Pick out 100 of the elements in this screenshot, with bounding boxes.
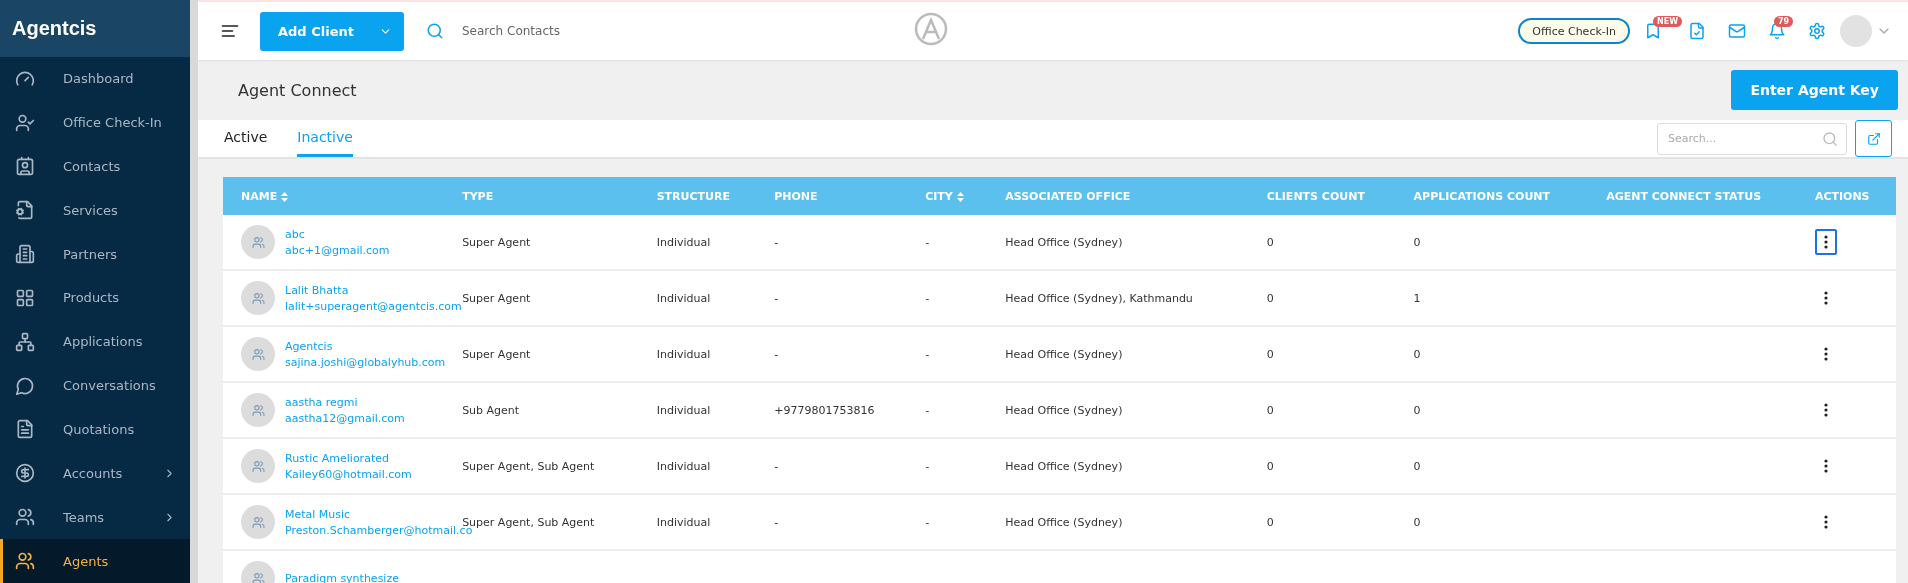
avatar	[241, 449, 275, 483]
bell-icon[interactable]	[1768, 22, 1786, 40]
sidebar-icon	[15, 200, 35, 221]
agent-name-link[interactable]: Rustic Ameliorated	[285, 451, 412, 465]
column-header: PHONE	[774, 177, 926, 215]
kebab-icon	[1823, 403, 1828, 417]
sidebar-item[interactable]: Agents	[0, 539, 190, 583]
mail-icon[interactable]	[1728, 22, 1746, 40]
structure-cell: Individual	[656, 459, 711, 473]
count-cell: 1	[1413, 291, 1421, 305]
count-cell: 0	[1266, 291, 1274, 305]
office-cell: Head Office (Sydney)	[1005, 347, 1123, 361]
office-check-in-button[interactable]: Office Check-In	[1518, 18, 1630, 44]
kebab-icon	[1823, 291, 1828, 305]
settings-icon[interactable]	[1808, 22, 1826, 40]
sort-icon[interactable]	[281, 191, 289, 202]
city-cell: -	[925, 459, 930, 473]
new-badge: NEW	[1653, 16, 1682, 27]
agent-email-link[interactable]: lalit+superagent@agentcis.com	[285, 299, 462, 313]
count-cell: 0	[1266, 459, 1274, 473]
office-cell: Head Office (Sydney)	[1005, 459, 1123, 473]
sidebar-label: Conversations	[63, 378, 157, 394]
agent-name-link[interactable]: Agentcis	[285, 339, 446, 353]
search-icon	[1822, 130, 1838, 147]
agent-name-link[interactable]: Paradigm synthesize	[285, 571, 399, 583]
office-cell: Head Office (Sydney), Kathmandu	[1005, 291, 1193, 305]
logo-icon	[914, 12, 948, 46]
avatar	[241, 337, 275, 371]
count-cell: 0	[1413, 347, 1421, 361]
column-header: ACTIONS	[1814, 177, 1896, 215]
count-cell: 0	[1413, 515, 1421, 529]
structure-cell: Individual	[656, 235, 711, 249]
column-header: STRUCTURE	[656, 177, 775, 215]
sidebar-label: Teams	[63, 509, 106, 525]
type-cell: Super Agent	[462, 235, 531, 249]
sidebar-item[interactable]: Quotations	[0, 407, 190, 452]
avatar	[241, 225, 275, 259]
agent-name-link[interactable]: abc	[285, 227, 390, 241]
column-header[interactable]: NAME	[223, 177, 463, 215]
sidebar-icon	[15, 375, 35, 396]
phone-cell: -	[774, 291, 779, 305]
export-button[interactable]	[1855, 120, 1892, 157]
agent-name-link[interactable]: aastha regmi	[285, 395, 405, 409]
city-cell: -	[925, 403, 930, 417]
column-header: AGENT CONNECT STATUS	[1606, 177, 1815, 215]
agent-name-link[interactable]: Lalit Bhatta	[285, 283, 462, 297]
agent-email-link[interactable]: sajina.joshi@globalyhub.com	[285, 355, 446, 369]
enter-agent-key-button[interactable]: Enter Agent Key	[1731, 70, 1898, 110]
sort-icon[interactable]	[956, 191, 964, 202]
sidebar-item[interactable]: Applications	[0, 319, 190, 364]
sidebar-label: Quotations	[63, 422, 136, 437]
sidebar-label: Applications	[63, 334, 144, 350]
sidebar-label: Products	[63, 290, 121, 306]
sidebar-item[interactable]: Services	[0, 188, 190, 233]
sidebar-item[interactable]: Contacts	[0, 144, 190, 189]
structure-cell: Individual	[656, 291, 711, 305]
sidebar-item[interactable]: Office Check-In	[0, 100, 190, 145]
agent-email-link[interactable]: Kailey60@hotmail.com	[285, 467, 412, 481]
type-cell: Sub Agent	[462, 403, 520, 417]
count-cell: 0	[1413, 403, 1421, 417]
sidebar-label: Agents	[63, 553, 110, 569]
column-header[interactable]: CITY	[925, 177, 1006, 215]
avatar	[241, 505, 275, 539]
sidebar-item[interactable]: Conversations	[0, 363, 190, 408]
sidebar-item[interactable]: Teams	[0, 495, 190, 540]
sidebar-icon	[15, 287, 35, 308]
sidebar-item[interactable]: Dashboard	[0, 56, 190, 101]
office-cell: Head Office (Sydney)	[1005, 403, 1123, 417]
sidebar-icon	[15, 551, 35, 571]
column-header: APPLICATIONS COUNT	[1413, 177, 1607, 215]
office-cell: Head Office (Sydney)	[1005, 235, 1123, 249]
agent-email-link[interactable]: aastha12@gmail.com	[285, 411, 405, 425]
type-cell: Super Agent, Sub Agent	[462, 459, 595, 473]
table-search-field[interactable]: Search...	[1657, 122, 1847, 155]
office-cell: Head Office (Sydney)	[1005, 515, 1123, 529]
bookmark-icon[interactable]	[1644, 22, 1662, 40]
tab[interactable]: Active	[224, 120, 268, 157]
column-header: ASSOCIATED OFFICE	[1005, 177, 1267, 215]
kebab-icon	[1823, 235, 1828, 249]
sidebar-item[interactable]: Partners	[0, 232, 190, 277]
count-cell: 0	[1266, 403, 1274, 417]
add-client-button[interactable]: Add Client	[260, 11, 404, 51]
page-title: Agent Connect	[238, 80, 357, 100]
agent-email-link[interactable]: abc+1@gmail.com	[285, 243, 390, 257]
sidebar-label: Contacts	[63, 158, 122, 174]
actions-button[interactable]	[1814, 229, 1837, 255]
structure-cell: Individual	[656, 515, 711, 529]
sidebar-item[interactable]: Products	[0, 276, 190, 320]
sidebar-icon	[15, 331, 35, 352]
document-check-icon[interactable]	[1688, 22, 1706, 40]
tab[interactable]: Inactive	[297, 120, 353, 157]
sidebar-item[interactable]: Accounts	[0, 451, 190, 496]
type-cell: Super Agent	[462, 291, 531, 305]
external-link-icon	[1866, 131, 1881, 146]
count-cell: 0	[1266, 515, 1274, 529]
sidebar-icon	[15, 419, 35, 440]
search-icon[interactable]	[426, 22, 444, 40]
sidebar-icon	[15, 507, 35, 528]
sidebar-label: Dashboard	[63, 71, 135, 87]
structure-cell: Individual	[656, 347, 711, 361]
